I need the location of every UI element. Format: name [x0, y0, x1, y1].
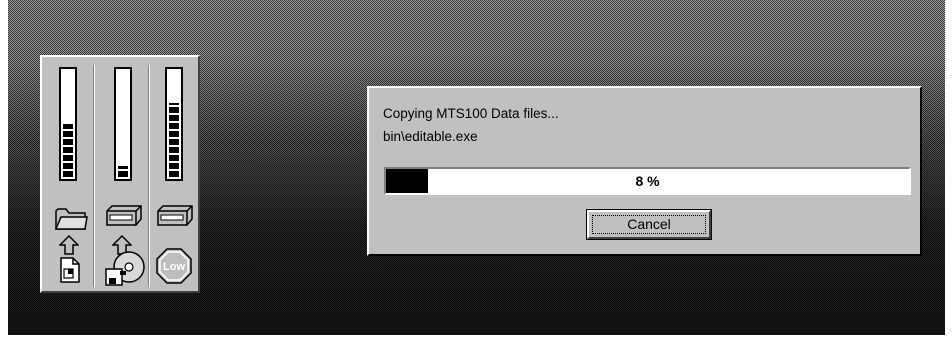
up-arrow-icon — [59, 235, 79, 255]
cd-floppy-icon — [105, 251, 145, 286]
destination-gauge — [114, 67, 132, 181]
disk-space-meters-panel: Low — [40, 55, 200, 293]
progress-percent-label: 8 % — [635, 173, 660, 189]
hard-drive-icon — [157, 205, 193, 226]
free-space-gauge-fill — [169, 103, 179, 177]
destination-gauge-fill — [118, 166, 128, 177]
meter-separator — [93, 65, 95, 287]
hard-drive-icon — [106, 205, 142, 226]
cancel-button[interactable]: Cancel — [586, 209, 712, 240]
source-gauge — [59, 67, 77, 181]
copy-status-text: Copying MTS100 Data files... — [383, 106, 559, 121]
folder-icon — [54, 208, 88, 230]
document-icon — [60, 257, 80, 283]
low-space-stop-icon: Low — [156, 248, 192, 284]
meter-separator — [148, 65, 150, 287]
copy-progress-dialog: Copying MTS100 Data files... bin\editabl… — [367, 86, 922, 256]
cancel-button-label: Cancel — [627, 216, 671, 232]
current-file-text: bin\editable.exe — [383, 129, 478, 144]
screen-border-right — [945, 0, 952, 337]
source-gauge-fill — [63, 124, 73, 177]
screen-border-left — [0, 0, 8, 337]
copy-progress-bar: 8 % — [384, 167, 911, 195]
free-space-gauge — [165, 67, 183, 181]
low-space-label: Low — [163, 261, 185, 273]
